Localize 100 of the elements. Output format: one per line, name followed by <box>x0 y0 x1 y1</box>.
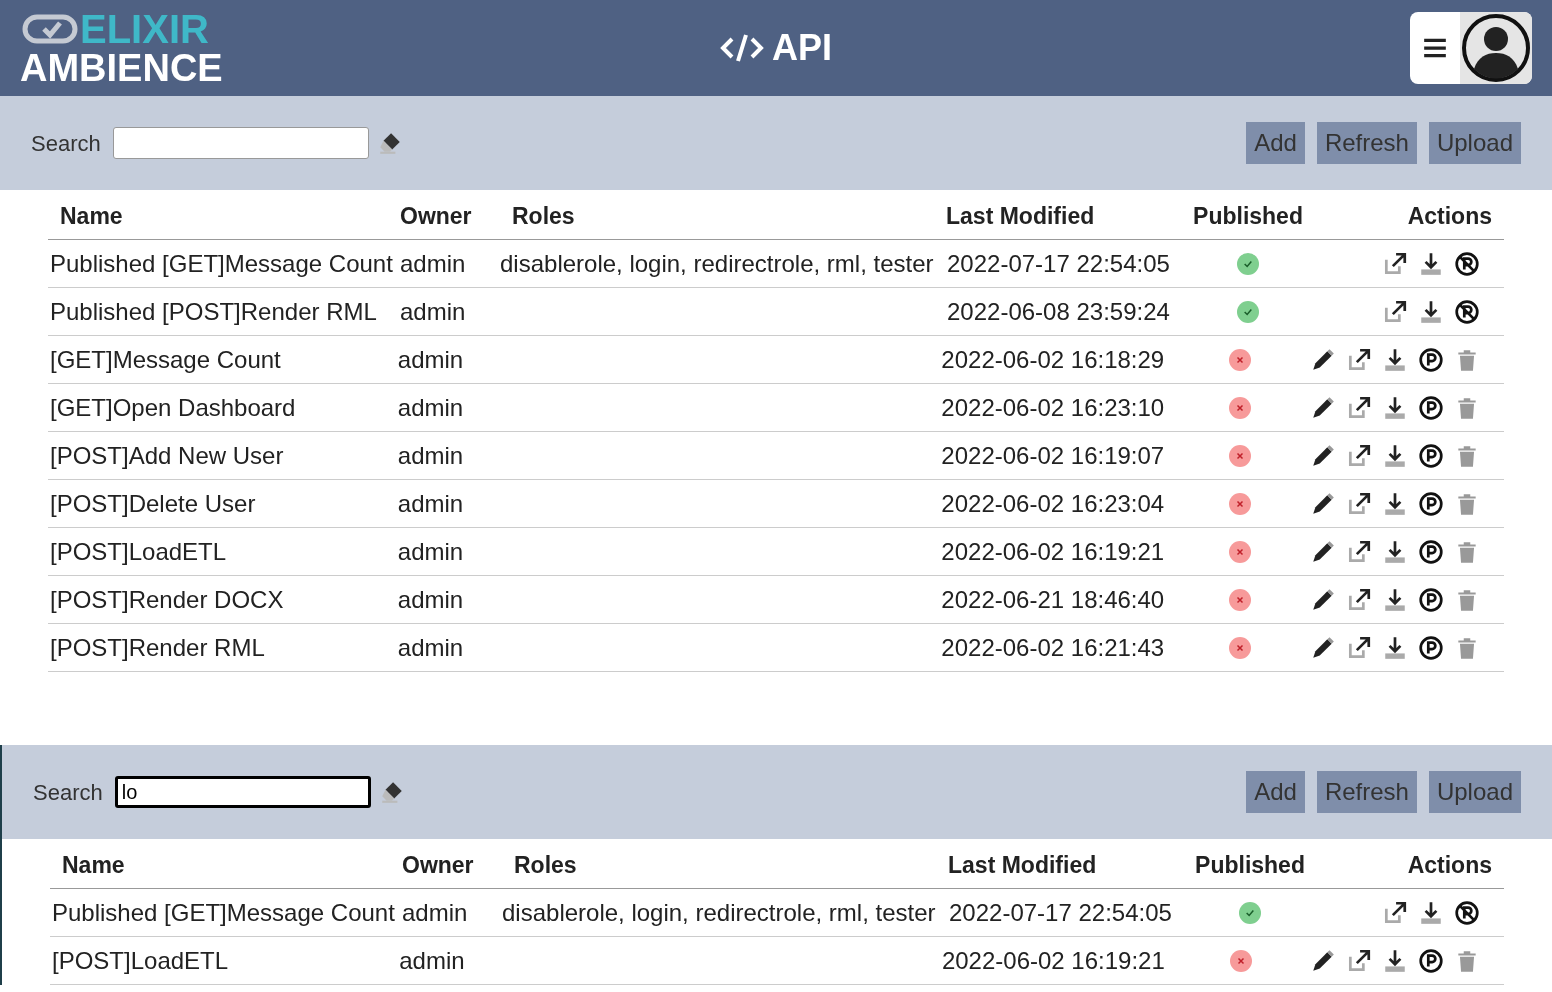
column-header: Owner <box>402 852 474 879</box>
toolbar-button[interactable]: Upload <box>1428 122 1521 164</box>
table-cell: 2022-07-17 22:54:05 <box>947 249 1170 277</box>
table-row[interactable]: [POST]Render RML admin 2022-06-02 16:21:43 <box>48 624 1504 672</box>
column-header: Actions <box>1407 203 1492 230</box>
table-cell: admin <box>397 489 464 517</box>
download-icon[interactable] <box>1382 394 1408 421</box>
publish-icon[interactable] <box>1418 442 1444 469</box>
column-header: Owner <box>400 203 472 230</box>
table-cell: 2022-06-02 16:21:43 <box>941 633 1165 661</box>
table-cell: admin <box>397 393 464 421</box>
search-field[interactable] <box>112 127 369 159</box>
pencil-icon[interactable] <box>1310 442 1336 469</box>
pencil-icon[interactable] <box>1310 538 1336 565</box>
toolbar-button[interactable]: Add <box>1246 771 1305 813</box>
unpublish-icon[interactable] <box>1454 899 1480 926</box>
table-cell: 2022-06-02 16:19:21 <box>941 537 1165 565</box>
external-link-icon[interactable] <box>1346 346 1372 373</box>
table-cell: admin <box>397 633 464 661</box>
table-cell: disablerole, login, redirectrole, rml, tester <box>502 898 936 926</box>
column-header: Name <box>60 203 123 230</box>
external-link-icon[interactable] <box>1346 490 1372 517</box>
pencil-icon[interactable] <box>1310 346 1336 373</box>
unpublish-icon[interactable] <box>1454 250 1480 277</box>
publish-icon[interactable] <box>1418 346 1444 373</box>
table-cell: [POST]Render RML <box>50 633 265 661</box>
publish-icon[interactable] <box>1418 947 1444 974</box>
table-cell: 2022-06-08 23:59:24 <box>947 297 1170 325</box>
logo-icon <box>20 12 80 46</box>
column-header: Actions <box>1407 852 1492 879</box>
download-icon[interactable] <box>1382 586 1408 613</box>
table-row[interactable]: Published [GET]Message Count admin disablerole, login, redirectrole, rml, tester 2022-07-17 22:54:05 <box>48 240 1504 288</box>
download-icon[interactable] <box>1418 899 1444 926</box>
publish-icon[interactable] <box>1418 490 1444 517</box>
external-link-icon[interactable] <box>1346 634 1372 661</box>
external-link-icon[interactable] <box>1346 586 1372 613</box>
toolbar-button[interactable]: Add <box>1246 122 1305 164</box>
toolbar-button[interactable]: Refresh <box>1316 122 1417 164</box>
table-row[interactable]: Published [GET]Message Count admin disablerole, login, redirectrole, rml, tester 2022-07-17 22:54:05 <box>50 889 1504 937</box>
external-link-icon[interactable] <box>1346 394 1372 421</box>
table-row[interactable]: [GET]Message Count admin 2022-06-02 16:18:29 <box>48 336 1504 384</box>
table-row[interactable]: [POST]LoadETL admin 2022-06-02 16:19:21 <box>48 528 1504 576</box>
table-row[interactable]: [POST]LoadETL admin 2022-06-02 16:19:21 <box>50 937 1504 985</box>
external-link-icon[interactable] <box>1382 250 1408 277</box>
pencil-icon[interactable] <box>1310 586 1336 613</box>
pencil-icon[interactable] <box>1310 634 1336 661</box>
table-cell: 2022-06-02 16:18:29 <box>941 345 1165 373</box>
table-cell: [POST]LoadETL <box>52 946 229 974</box>
pencil-icon[interactable] <box>1310 490 1336 517</box>
search-field[interactable]: lo <box>114 776 371 808</box>
publish-icon[interactable] <box>1418 538 1444 565</box>
column-header: Last Modified <box>948 852 1097 879</box>
table-cell: [POST]LoadETL <box>50 537 227 565</box>
download-icon[interactable] <box>1382 490 1408 517</box>
external-link-icon[interactable] <box>1346 538 1372 565</box>
table-row[interactable]: [POST]Add New User admin 2022-06-02 16:19:07 <box>48 432 1504 480</box>
table-row[interactable]: Published [POST]Render RML admin 2022-06-08 23:59:24 <box>48 288 1504 336</box>
download-icon[interactable] <box>1382 634 1408 661</box>
table-row[interactable]: [POST]Delete User admin 2022-06-02 16:23:04 <box>48 480 1504 528</box>
publish-icon[interactable] <box>1418 634 1444 661</box>
publish-icon[interactable] <box>1418 586 1444 613</box>
table-cell: admin <box>399 946 465 974</box>
toolbar-button[interactable]: Refresh <box>1316 771 1417 813</box>
column-header: Roles <box>514 852 577 879</box>
toolbar-button[interactable]: Upload <box>1428 771 1521 813</box>
page-title: API <box>772 26 832 70</box>
download-icon[interactable] <box>1382 947 1408 974</box>
unpublish-icon[interactable] <box>1454 298 1480 325</box>
download-icon[interactable] <box>1418 298 1444 325</box>
download-icon[interactable] <box>1382 442 1408 469</box>
pencil-icon[interactable] <box>1310 947 1336 974</box>
external-link-icon[interactable] <box>1382 298 1408 325</box>
external-link-icon[interactable] <box>1346 442 1372 469</box>
table-cell: 2022-06-21 18:46:40 <box>941 585 1165 613</box>
table-cell: disablerole, login, redirectrole, rml, tester <box>500 249 934 277</box>
download-icon[interactable] <box>1382 346 1408 373</box>
table-row[interactable]: [GET]Open Dashboard admin 2022-06-02 16:23:10 <box>48 384 1504 432</box>
table-cell: Published [GET]Message Count <box>52 898 395 926</box>
logo-text: AMBIENCE <box>20 49 224 87</box>
table-cell: admin <box>400 249 466 277</box>
external-link-icon[interactable] <box>1382 899 1408 926</box>
table-row[interactable]: [POST]Render DOCX admin 2022-06-21 18:46:40 <box>48 576 1504 624</box>
download-icon[interactable] <box>1382 538 1408 565</box>
avatar-icon[interactable] <box>1461 13 1531 83</box>
pencil-icon[interactable] <box>1310 394 1336 421</box>
table-cell: admin <box>397 585 464 613</box>
table-cell: 2022-06-02 16:19:21 <box>941 946 1165 974</box>
publish-icon[interactable] <box>1418 394 1444 421</box>
table-cell: 2022-06-02 16:19:07 <box>941 441 1165 469</box>
external-link-icon[interactable] <box>1346 947 1372 974</box>
search-label: Search <box>31 129 101 158</box>
table-cell: 2022-06-02 16:23:10 <box>941 393 1165 421</box>
table-cell: Published [POST]Render RML <box>50 297 377 325</box>
table-cell: admin <box>397 441 464 469</box>
logo-text: ELIXIR <box>80 9 209 49</box>
user-menu[interactable] <box>1410 12 1532 84</box>
search-label: Search <box>33 778 103 807</box>
download-icon[interactable] <box>1418 250 1444 277</box>
table-cell: 2022-06-02 16:23:04 <box>941 489 1165 517</box>
table-cell: [POST]Render DOCX <box>50 585 284 613</box>
